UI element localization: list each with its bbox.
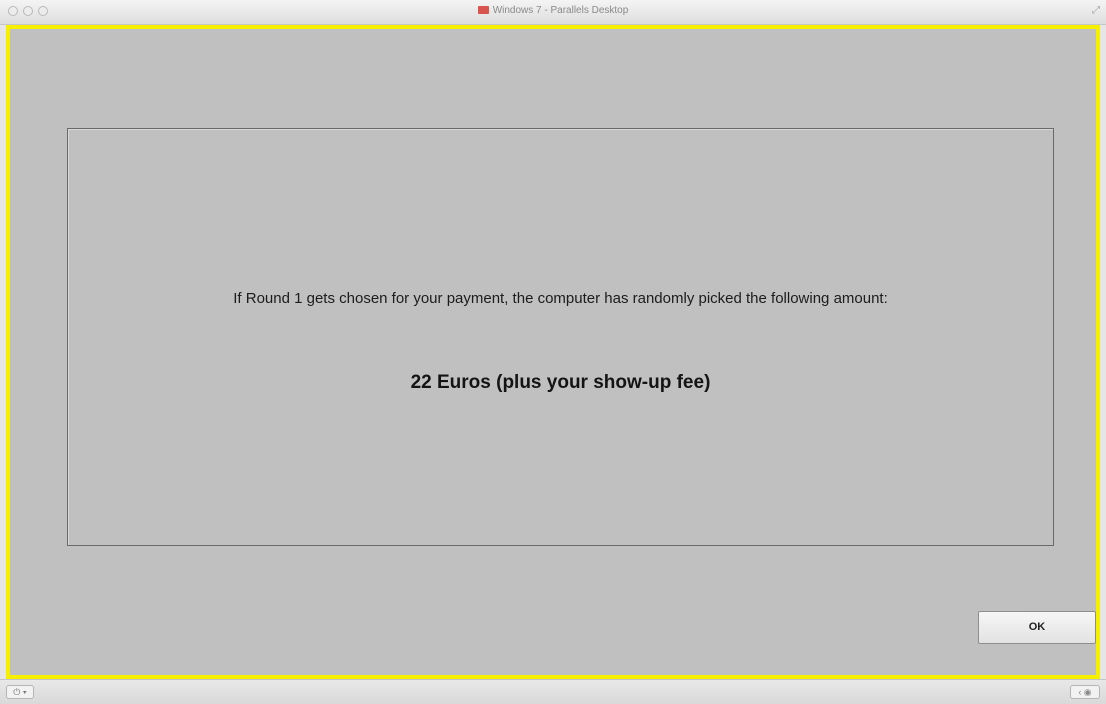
payment-amount: 22 Euros (plus your show-up fee) [410,372,711,393]
fullscreen-icon[interactable]: ⤢ [1092,5,1100,16]
payment-message: If Round 1 gets chosen for your payment,… [233,290,888,307]
parallels-icon [477,6,489,14]
ok-button[interactable]: OK [978,611,1096,644]
power-icon[interactable]: ⏻ ▾ [6,685,34,699]
window-title: Windows 7 - Parallels Desktop [492,5,629,16]
vm-screen: If Round 1 gets chosen for your payment,… [6,25,1100,679]
message-panel: If Round 1 gets chosen for your payment,… [67,128,1054,546]
status-bar: ⏻ ▾ ‹ ◉ [0,679,1106,704]
window-title-container: Windows 7 - Parallels Desktop [0,5,1106,16]
devices-icon[interactable]: ‹ ◉ [1070,685,1100,699]
window-titlebar: Windows 7 - Parallels Desktop ⤢ [0,0,1106,25]
